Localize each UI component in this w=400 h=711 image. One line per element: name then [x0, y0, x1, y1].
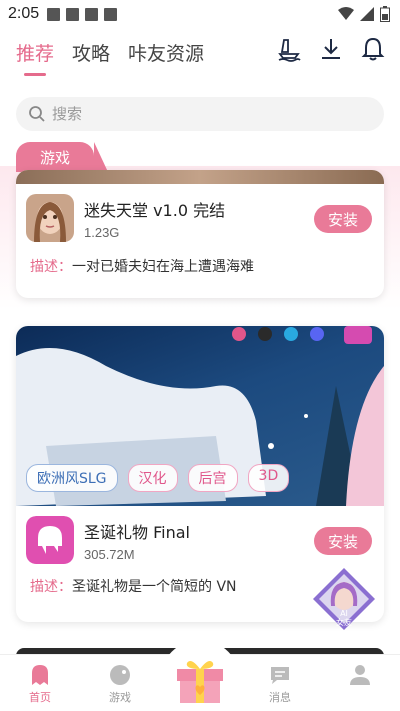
gamepad-icon	[110, 665, 130, 685]
download-icon[interactable]	[318, 34, 344, 64]
ai-girlfriend-button[interactable]: AI 女友	[311, 566, 377, 632]
gift-button[interactable]	[160, 640, 240, 711]
tag[interactable]: 3D	[247, 464, 290, 492]
install-button[interactable]: 安装	[314, 205, 372, 233]
tag-list: 欧洲风SLG 汉化 后宫 3D	[26, 464, 290, 492]
app-description: 描述：一对已婚夫妇在海上遭遇海难	[30, 256, 254, 276]
app-icon	[26, 194, 74, 242]
status-right	[338, 6, 390, 22]
nav-games[interactable]: 游戏	[80, 655, 160, 711]
app-title: 圣诞礼物 Final	[84, 522, 190, 542]
nav-profile[interactable]	[320, 655, 400, 711]
ai-label: AI	[340, 609, 348, 618]
a-notification-icon	[66, 7, 80, 21]
description-text: 圣诞礼物是一个简短的 VN	[72, 579, 237, 595]
app-row: 圣诞礼物 Final 305.72M	[26, 516, 190, 564]
nav-messages-label: 消息	[269, 691, 291, 704]
wifi-icon	[338, 7, 354, 20]
search-input[interactable]	[52, 105, 352, 123]
tab-guides[interactable]: 攻略	[72, 35, 110, 70]
ghost-icon	[32, 665, 48, 685]
nav-icons	[276, 34, 386, 64]
tag[interactable]: 汉化	[127, 464, 178, 492]
app-card[interactable]: 迷失天堂 v1.0 完结 1.23G 安装 描述：一对已婚夫妇在海上遭遇海难	[16, 170, 384, 298]
app-size: 1.23G	[84, 224, 120, 240]
description-text: 一对已婚夫妇在海上遭遇海难	[72, 259, 254, 275]
user-icon	[350, 665, 370, 685]
tab-recommend[interactable]: 推荐	[16, 35, 54, 76]
app-icon	[26, 516, 74, 564]
app-row: 迷失天堂 v1.0 完结 1.23G	[26, 194, 225, 242]
app-title: 迷失天堂 v1.0 完结	[84, 200, 226, 220]
message-icon	[271, 667, 289, 684]
section-badge: 游戏	[16, 142, 109, 172]
tag[interactable]: 后宫	[187, 464, 238, 492]
search-icon	[29, 106, 45, 122]
square-notification-icon	[85, 7, 99, 21]
search-bar[interactable]	[16, 97, 384, 131]
nav-messages[interactable]: 消息	[240, 655, 320, 711]
status-bar: 2:05	[0, 0, 400, 28]
ship-icon[interactable]	[276, 34, 302, 64]
signal-icon	[360, 7, 374, 21]
image-notification-icon	[47, 7, 61, 21]
nav-home[interactable]: 首页	[0, 655, 80, 711]
gift-icon	[177, 661, 223, 703]
tag[interactable]: 欧洲风SLG	[26, 464, 118, 492]
bell-icon[interactable]	[360, 34, 386, 64]
description-label: 描述：	[30, 259, 72, 275]
top-tabs: 推荐 攻略 咔友资源	[0, 28, 400, 76]
install-button[interactable]: 安装	[314, 527, 372, 555]
app-banner	[16, 170, 384, 184]
nav-home-label: 首页	[29, 691, 51, 704]
square-notification-icon	[104, 7, 118, 21]
battery-icon	[380, 6, 390, 22]
app-description: 描述：圣诞礼物是一个简短的 VN	[30, 576, 237, 596]
app-size: 305.72M	[84, 546, 135, 562]
description-label: 描述：	[30, 579, 72, 595]
tab-resources[interactable]: 咔友资源	[128, 35, 204, 70]
status-time: 2:05	[8, 5, 40, 22]
ai-label: 女友	[336, 617, 352, 627]
nav-games-label: 游戏	[109, 691, 131, 704]
